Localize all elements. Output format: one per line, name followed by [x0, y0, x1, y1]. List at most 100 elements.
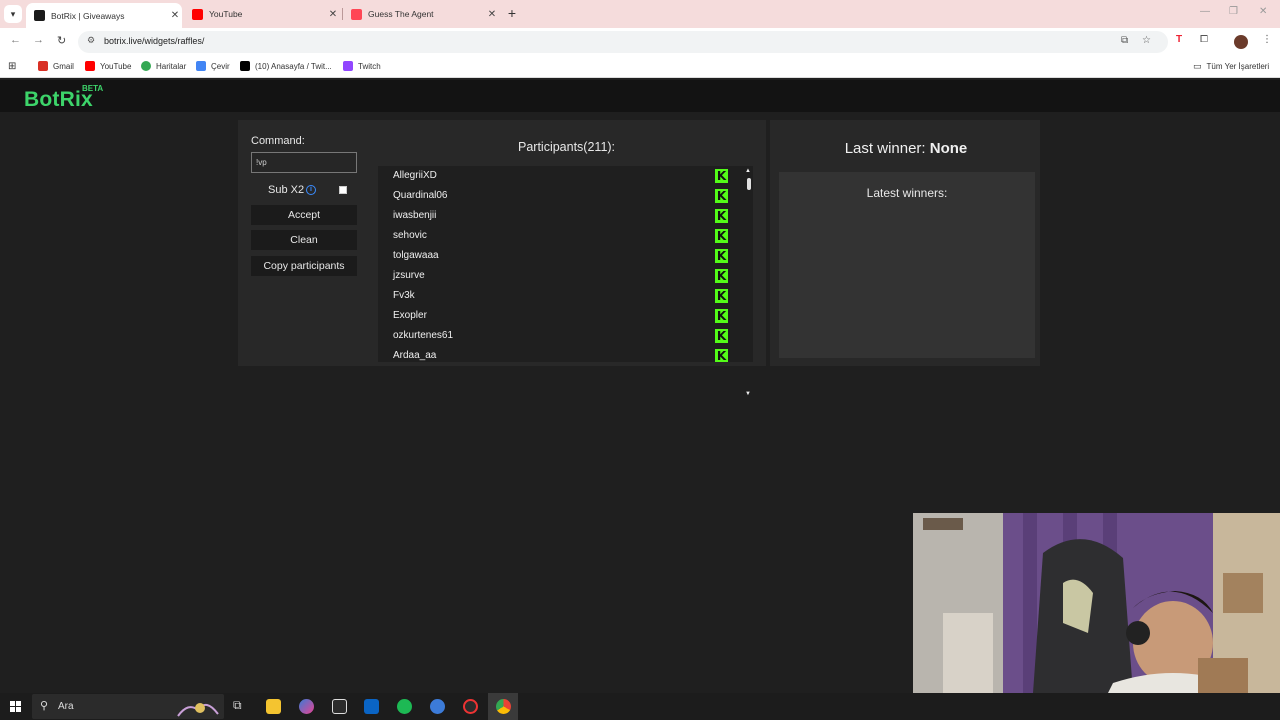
address-bar-row: ← → ↻ ⚙ botrix.live/widgets/raffles/ ⧉ ☆…	[0, 28, 1280, 56]
chrome-icon[interactable]	[496, 699, 511, 714]
list-item: ozkurtenes61 K	[378, 326, 738, 346]
bookmark-haritalar[interactable]: Haritalar	[141, 61, 186, 71]
list-item: Ardaa_aa K	[378, 346, 738, 362]
participants-list[interactable]: AllegriiXD K Quardinal06 K iwasbenjii K …	[378, 166, 753, 362]
window-close-icon[interactable]: ✕	[1259, 6, 1267, 17]
folder-icon: ▭	[1193, 61, 1202, 71]
spotify-icon[interactable]	[397, 699, 412, 714]
taskbar-search[interactable]: ⚲ Ara	[32, 694, 224, 719]
participant-name: Ardaa_aa	[393, 350, 437, 361]
translate-icon	[196, 61, 206, 71]
bookmark-gmail[interactable]: Gmail	[38, 61, 74, 71]
scroll-down-arrow-icon[interactable]: ▼	[745, 391, 751, 397]
list-item: Fv3k K	[378, 286, 738, 306]
bookmark-youtube[interactable]: YouTube	[85, 61, 131, 71]
apps-grid-icon[interactable]: ⊞	[8, 61, 16, 72]
raffle-panel: Command: Sub X2 i Accept Clean Copy part…	[238, 120, 766, 397]
store-icon[interactable]	[332, 699, 347, 714]
restore-icon[interactable]: ❐	[1229, 6, 1238, 17]
gmail-icon	[38, 61, 48, 71]
url-text[interactable]: botrix.live/widgets/raffles/	[104, 36, 204, 46]
all-bookmarks[interactable]: ▭ Tüm Yer İşaretleri	[1193, 61, 1269, 72]
last-winner-value: None	[929, 140, 968, 157]
bookmark-twitter[interactable]: (10) Anasayfa / Twit...	[240, 61, 332, 71]
kick-icon: K	[715, 249, 728, 263]
search-highlight-bird-icon	[177, 703, 219, 717]
search-placeholder: Ara	[58, 701, 74, 712]
minimize-icon[interactable]: —	[1200, 6, 1210, 17]
participant-name: ozkurtenes61	[393, 330, 454, 341]
list-item: Quardinal06 K	[378, 186, 738, 206]
maps-pin-icon	[141, 61, 151, 71]
bookmark-twitch[interactable]: Twitch	[343, 61, 381, 71]
back-arrow-icon[interactable]: ←	[10, 34, 21, 46]
tab-botrix-giveaways[interactable]: BotRix | Giveaways ✕	[26, 3, 182, 28]
translate-icon[interactable]: ⧉	[1121, 35, 1128, 46]
command-input[interactable]	[251, 152, 357, 173]
close-icon[interactable]: ✕	[485, 9, 499, 20]
kick-icon: K	[715, 289, 728, 303]
youtube-favicon-icon	[192, 8, 203, 20]
bookmark-label: Haritalar	[156, 61, 187, 71]
close-icon[interactable]: ✕	[168, 10, 182, 21]
last-winner-label: Last winner:	[844, 140, 926, 157]
windows-start-icon[interactable]	[10, 701, 21, 712]
windows-taskbar: ⚲ Ara ⧉	[0, 693, 1280, 720]
botrix-favicon-icon	[34, 10, 45, 21]
participant-name: jzsurve	[393, 270, 425, 281]
valorant-tracker-icon[interactable]	[463, 699, 478, 714]
beta-badge: BETA	[82, 84, 104, 93]
app-globe-icon[interactable]	[430, 699, 445, 714]
profile-avatar[interactable]	[1234, 35, 1248, 49]
x-logo-icon	[240, 61, 250, 71]
participant-name: Fv3k	[393, 290, 415, 301]
tab-title: BotRix | Giveaways	[51, 10, 125, 21]
omnibox[interactable]: ⚙ botrix.live/widgets/raffles/ ⧉ ☆	[78, 31, 1168, 53]
tab-youtube[interactable]: YouTube ✕	[184, 0, 340, 28]
accept-button[interactable]: Accept	[251, 205, 357, 225]
reload-icon[interactable]: ↻	[57, 34, 66, 47]
participant-name: Quardinal06	[393, 190, 448, 201]
site-info-icon[interactable]: ⚙	[87, 35, 95, 46]
kick-icon: K	[715, 169, 728, 183]
tab-search-button[interactable]: ▾	[4, 5, 22, 23]
more-menu-icon[interactable]: ⋮	[1262, 34, 1272, 45]
bookmark-label: Twitch	[358, 61, 381, 71]
participant-name: sehovic	[393, 230, 427, 241]
bookmark-cevir[interactable]: Çevir	[196, 61, 230, 71]
close-icon[interactable]: ✕	[326, 9, 340, 20]
all-bookmarks-label: Tüm Yer İşaretleri	[1206, 62, 1270, 71]
participant-name: tolgawaaa	[393, 250, 439, 261]
extensions-puzzle-icon[interactable]: ⧠	[1200, 34, 1208, 45]
sub-x2-checkbox[interactable]	[339, 186, 347, 194]
list-item: tolgawaaa K	[378, 246, 738, 266]
participant-name: iwasbenjii	[393, 210, 437, 221]
scroll-up-arrow-icon[interactable]: ▲	[745, 168, 751, 174]
forward-arrow-icon[interactable]: →	[33, 34, 44, 46]
new-tab-button[interactable]: +	[505, 5, 519, 21]
list-item: Exopler K	[378, 306, 738, 326]
list-item: AllegriiXD K	[378, 166, 738, 186]
bookmarks-bar: ⊞ Gmail YouTube Haritalar Çevir (10) Ana…	[0, 56, 1280, 78]
bookmark-label: Çevir	[211, 61, 230, 71]
bookmark-star-icon[interactable]: ☆	[1142, 35, 1151, 46]
copilot-icon[interactable]	[299, 699, 314, 714]
kick-icon: K	[715, 329, 728, 343]
search-icon: ⚲	[40, 700, 49, 712]
scrollbar-thumb[interactable]	[747, 178, 751, 190]
youtube-icon	[85, 61, 95, 71]
task-view-icon[interactable]: ⧉	[233, 698, 248, 713]
clean-button[interactable]: Clean	[251, 230, 357, 250]
file-explorer-icon[interactable]	[266, 699, 281, 714]
info-icon[interactable]: i	[306, 185, 316, 195]
list-item: sehovic K	[378, 226, 738, 246]
kick-icon: K	[715, 229, 728, 243]
browser-tab-bar: ▾ BotRix | Giveaways ✕ YouTube ✕ Guess T…	[0, 0, 1280, 28]
bookmark-label: YouTube	[100, 61, 132, 71]
copy-participants-button[interactable]: Copy participants	[251, 256, 357, 276]
bookmark-label: Gmail	[53, 61, 74, 71]
outlook-icon[interactable]	[364, 699, 379, 714]
tab-guess-the-agent[interactable]: Guess The Agent ✕	[343, 0, 499, 28]
extension-tp-icon[interactable]: T	[1176, 34, 1182, 45]
kick-icon: K	[715, 189, 728, 203]
